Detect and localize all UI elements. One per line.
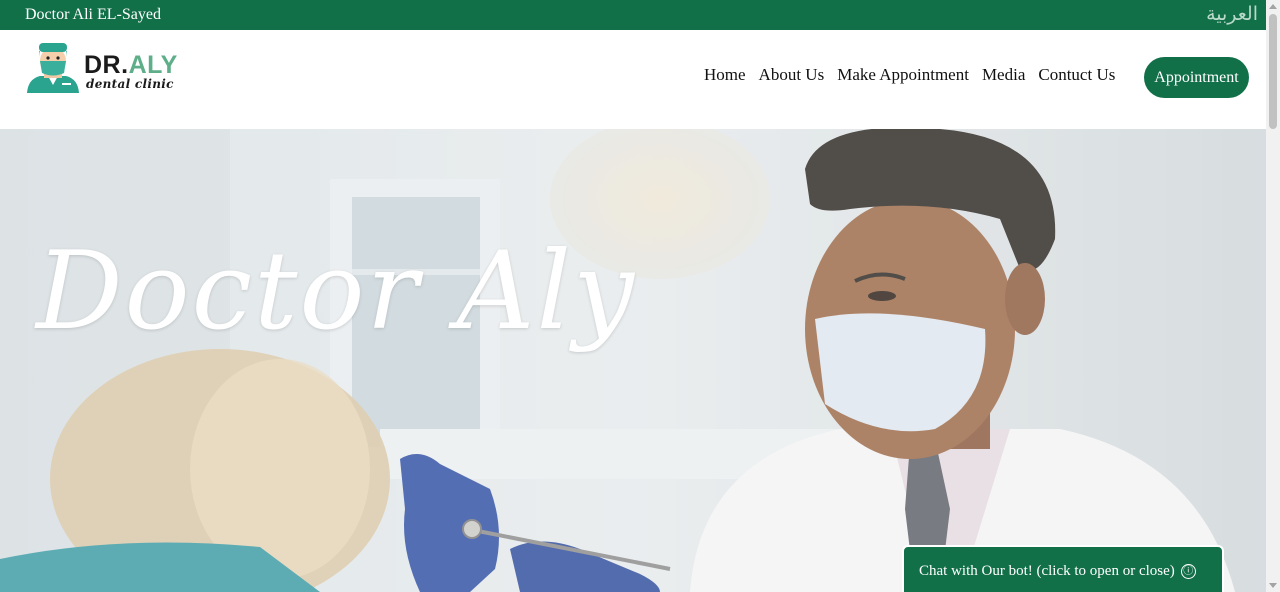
main-nav: Home About Us Make Appointment Media Con… [704, 65, 1128, 85]
nav-home[interactable]: Home [704, 65, 746, 85]
hero-banner: Doctor Aly [0, 129, 1266, 592]
scroll-down-arrow-icon[interactable] [1269, 583, 1277, 588]
scroll-up-arrow-icon[interactable] [1269, 4, 1277, 9]
brand-name: DR.ALY [84, 51, 178, 79]
site-name: Doctor Ali EL-Sayed [25, 6, 161, 23]
hero-title: Doctor Aly [36, 229, 637, 354]
chatbot-label: Chat with Our bot! (click to open or clo… [919, 563, 1175, 579]
nav-contact-us[interactable]: Contuct Us [1038, 65, 1115, 85]
chatbot-toggle[interactable]: Chat with Our bot! (click to open or clo… [902, 545, 1224, 592]
scroll-thumb[interactable] [1269, 14, 1277, 129]
brand-tagline: dental clinic [86, 77, 174, 91]
header: DR.ALY dental clinic Home About Us Make … [0, 30, 1266, 129]
page-scrollbar[interactable] [1266, 0, 1280, 592]
nav-about-us[interactable]: About Us [759, 65, 825, 85]
dentist-examining-patient-photo [0, 129, 1266, 592]
language-switch-link[interactable]: العربية [1206, 3, 1258, 25]
logo[interactable]: DR.ALY dental clinic [24, 41, 194, 97]
dentist-avatar-icon [27, 43, 79, 93]
top-bar: Doctor Ali EL-Sayed العربية [0, 0, 1266, 30]
appointment-button[interactable]: Appointment [1144, 57, 1249, 98]
nav-make-appointment[interactable]: Make Appointment [837, 65, 969, 85]
nav-media[interactable]: Media [982, 65, 1025, 85]
info-icon: ⓘ [1180, 564, 1196, 579]
